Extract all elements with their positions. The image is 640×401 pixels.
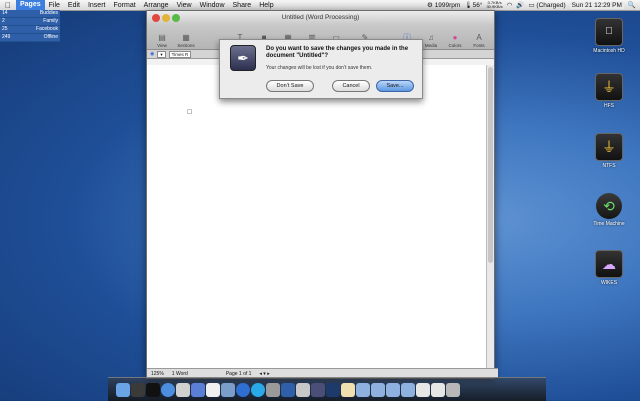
menu-edit[interactable]: Edit	[64, 2, 84, 9]
buddy-row[interactable]: 2 Family	[0, 18, 60, 26]
home-folder-icon[interactable]	[341, 382, 355, 397]
window-thumbnail-icon[interactable]	[416, 382, 430, 397]
terminal-icon[interactable]	[146, 382, 160, 397]
mail-icon[interactable]	[221, 382, 235, 397]
apple-glyph: 	[187, 109, 192, 116]
menu-app-pages[interactable]: Pages	[16, 0, 45, 10]
colors-button[interactable]: ● Colors	[443, 33, 467, 48]
fonts-icon: A	[476, 33, 482, 42]
scroll-thumb[interactable]	[488, 67, 493, 263]
quicktime-icon[interactable]	[236, 382, 250, 397]
window-title: Untitled (Word Processing)	[281, 14, 360, 21]
vertical-scrollbar[interactable]	[486, 65, 494, 369]
view-button[interactable]: ▤ View	[150, 33, 174, 48]
document-canvas[interactable]: 	[147, 65, 487, 369]
system-preferences-icon[interactable]	[266, 382, 280, 397]
zoom-button[interactable]	[172, 14, 180, 22]
utility-icon[interactable]	[296, 382, 310, 397]
buddy-row[interactable]: 25 Facebook	[0, 26, 60, 34]
pages-document-window: Untitled (Word Processing) ▤ View ▦ Sectio…	[146, 10, 498, 379]
dialog-info: Your changes will be lost if you don’t s…	[266, 65, 373, 71]
font-family-select[interactable]: Times R	[168, 50, 192, 58]
desktop-icon-wikes[interactable]: ☁ WIKES	[584, 250, 634, 286]
desktop-icon-macintosh-hd[interactable]:  Macintosh HD	[584, 18, 634, 54]
calendar-icon[interactable]	[206, 382, 220, 397]
dont-save-button[interactable]: Don’t Save	[266, 80, 314, 92]
preview-icon[interactable]	[176, 382, 190, 397]
window-titlebar[interactable]: Untitled (Word Processing)	[147, 11, 494, 25]
window-thumbnail-icon[interactable]	[431, 382, 445, 397]
menu-format[interactable]: Format	[109, 2, 139, 9]
menu-share[interactable]: Share	[229, 2, 256, 9]
desktop-icon-time-machine[interactable]: ⟲ Time Machine	[584, 193, 634, 227]
pages-app-icon: ✒	[230, 45, 256, 71]
cancel-button[interactable]: Cancel	[332, 80, 370, 92]
network-speed[interactable]: 0.7KB/s 30.9KB/s	[486, 1, 502, 9]
menu-extras: ⚙ 1999rpm 🌡 56° 0.7KB/s 30.9KB/s ◠ 🔊 ▭ (C…	[427, 0, 636, 10]
menu-window[interactable]: Window	[196, 2, 229, 9]
menu-help[interactable]: Help	[255, 2, 277, 9]
safari-icon[interactable]	[161, 382, 175, 397]
cloud-drive-icon: ☁	[595, 250, 623, 278]
buddy-list-widget: 14 Buddies 2 Family 25 Facebook 249 Offline	[0, 10, 60, 42]
time-machine-icon: ⟲	[596, 193, 622, 219]
hard-drive-icon: 	[595, 18, 623, 46]
fan-speed[interactable]: ⚙ 1999rpm	[427, 1, 460, 10]
battery-icon[interactable]: ▭ (Charged)	[528, 1, 565, 10]
skype-icon[interactable]	[251, 382, 265, 397]
dock	[108, 377, 546, 401]
styles-drawer-icon[interactable]: ◉	[150, 51, 154, 57]
save-changes-dialog: ✒ Do you want to save the changes you ma…	[219, 39, 423, 99]
view-icon: ▤	[158, 33, 166, 42]
sections-button[interactable]: ▦ Sections	[174, 33, 198, 48]
desktop-icon-ntfs[interactable]: ⏚ NTFS	[584, 133, 634, 169]
itunes-icon[interactable]	[191, 382, 205, 397]
desktop-icon-hfs[interactable]: ⏚ HFS	[584, 73, 634, 109]
spotlight-icon[interactable]: 🔍	[628, 1, 636, 9]
zoom-select[interactable]: 125%	[151, 371, 164, 377]
buddy-row[interactable]: 249 Offline	[0, 34, 60, 42]
photoshop-icon[interactable]	[326, 382, 340, 397]
sections-icon: ▦	[182, 33, 190, 42]
menu-view[interactable]: View	[173, 2, 196, 9]
activity-monitor-icon[interactable]	[131, 382, 145, 397]
clock[interactable]: Sun 21 12:29 PM	[569, 1, 624, 9]
menu-file[interactable]: File	[45, 2, 64, 9]
colors-icon: ●	[452, 33, 458, 42]
paragraph-style-select[interactable]: ▾	[157, 50, 166, 58]
minimize-button[interactable]	[162, 14, 170, 22]
pages-icon[interactable]	[311, 382, 325, 397]
page-count: Page 1 of 1	[225, 370, 252, 377]
folder-icon[interactable]	[356, 382, 370, 397]
trash-icon[interactable]	[446, 382, 460, 397]
menu-insert[interactable]: Insert	[84, 2, 110, 9]
word-count: 1 Word	[171, 370, 188, 377]
applications-folder-icon[interactable]	[401, 382, 415, 397]
temperature[interactable]: 🌡 56°	[464, 1, 482, 10]
usb-drive-icon: ⏚	[595, 133, 623, 161]
dialog-message: Do you want to save the changes you made…	[266, 46, 409, 59]
apple-menu-icon[interactable]: 	[0, 1, 16, 10]
downloads-folder-icon[interactable]	[371, 382, 385, 397]
page-nav-icon[interactable]: ◂ ▾ ▸	[259, 371, 269, 377]
close-button[interactable]	[152, 14, 160, 22]
wifi-icon[interactable]: ◠	[507, 1, 513, 9]
usb-drive-icon: ⏚	[595, 73, 623, 101]
documents-folder-icon[interactable]	[386, 382, 400, 397]
menu-arrange[interactable]: Arrange	[140, 2, 173, 9]
media-icon: ♫	[428, 33, 434, 42]
buddy-row[interactable]: 14 Buddies	[0, 10, 60, 18]
save-button[interactable]: Save...	[376, 80, 414, 92]
xcode-icon[interactable]	[281, 382, 295, 397]
volume-icon[interactable]: 🔊	[516, 1, 524, 9]
finder-icon[interactable]	[116, 382, 130, 397]
fonts-button[interactable]: A Fonts	[467, 33, 491, 48]
